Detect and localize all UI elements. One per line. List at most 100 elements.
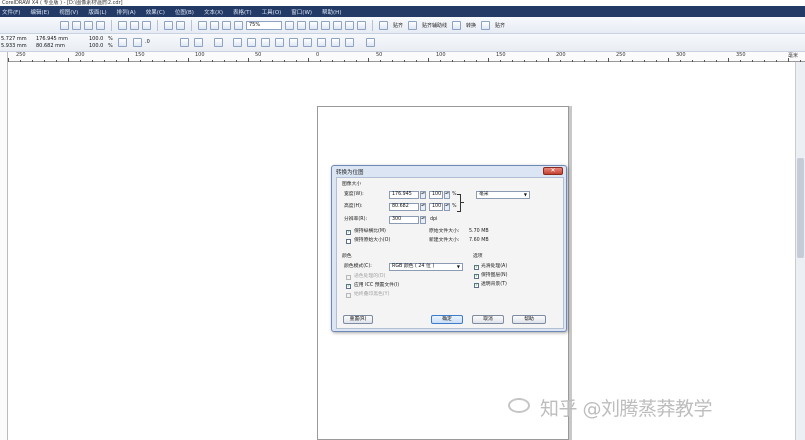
zoom-page-icon[interactable]: [333, 20, 342, 30]
menu-help[interactable]: 帮助(H): [322, 8, 341, 16]
save-icon[interactable]: [84, 20, 93, 30]
zoom-height-icon[interactable]: [357, 20, 366, 30]
break-apart-icon[interactable]: [289, 38, 298, 47]
width-spinner[interactable]: ▴▾: [420, 191, 426, 199]
app-launcher-icon[interactable]: [222, 20, 231, 30]
color-mode-select[interactable]: RGB 颜色 ( 24 位 ) ▼: [389, 263, 463, 271]
snap-objects-icon[interactable]: [481, 20, 491, 30]
transparent-background-checkbox[interactable]: ✓: [474, 283, 479, 288]
rotation-angle-field[interactable]: .0: [145, 39, 150, 45]
height-percent-spinner[interactable]: ▴▾: [444, 203, 450, 211]
cut-icon[interactable]: [118, 20, 127, 30]
close-icon[interactable]: ✕: [543, 167, 563, 175]
ungroup-all-icon[interactable]: [261, 38, 270, 47]
bitmap-height-field[interactable]: 80.682: [389, 203, 419, 211]
outline-icon[interactable]: [366, 38, 375, 47]
snap-guides-icon[interactable]: [408, 20, 418, 30]
open-icon[interactable]: [72, 20, 81, 30]
overprint-black-checkbox[interactable]: [346, 293, 351, 298]
antialiasing-checkbox[interactable]: ✓: [474, 265, 479, 270]
toolbar-separator: [111, 19, 112, 31]
mirror-vertical-icon[interactable]: [194, 38, 203, 47]
zoom-in-icon[interactable]: [285, 20, 294, 30]
zoom-out-icon[interactable]: [297, 20, 306, 30]
width-percent-field[interactable]: 100: [429, 191, 443, 199]
transparent-background-label: 透明背景(T): [481, 282, 507, 287]
horizontal-ruler[interactable]: 250 200 150 100 50 0 50 100 150 200 250 …: [8, 52, 805, 62]
convert-icon[interactable]: [452, 20, 462, 30]
menu-view[interactable]: 视图(V): [59, 8, 78, 16]
snap-grid-icon[interactable]: [379, 20, 388, 30]
unit-select[interactable]: 毫米 ▼: [476, 191, 530, 199]
keep-ratio-checkbox[interactable]: ✓: [346, 230, 351, 235]
lock-ratio-icon[interactable]: [118, 38, 127, 47]
keep-original-size-checkbox[interactable]: [346, 239, 351, 244]
position-y-field[interactable]: 5.933 mm: [1, 43, 27, 49]
dither-label: 递色处理的(D): [354, 274, 386, 279]
combine-icon[interactable]: [275, 38, 284, 47]
reset-button[interactable]: 重置(R): [343, 315, 373, 324]
menu-window[interactable]: 窗口(W): [291, 8, 312, 16]
new-document-icon[interactable]: [60, 20, 69, 30]
scale-width-field[interactable]: 100.0: [89, 36, 103, 42]
resolution-spinner[interactable]: ▴▾: [420, 216, 426, 224]
menu-tools[interactable]: 工具(O): [262, 8, 282, 16]
position-x-field[interactable]: 5.727 mm: [1, 36, 27, 42]
menu-layout[interactable]: 版面(L): [88, 8, 106, 16]
new-size-label: 新建文件大小:: [429, 238, 460, 243]
object-width-field[interactable]: 176.945 mm: [36, 36, 68, 42]
mirror-horizontal-icon[interactable]: [180, 38, 189, 47]
scrollbar-thumb[interactable]: [797, 158, 804, 258]
object-height-field[interactable]: 80.682 mm: [36, 43, 65, 49]
menu-text[interactable]: 文本(X): [204, 8, 223, 16]
ok-button[interactable]: 确定: [431, 315, 463, 324]
zoom-all-icon[interactable]: [321, 20, 330, 30]
zoom-level-select[interactable]: 75%: [246, 20, 282, 30]
undo-icon[interactable]: [164, 20, 173, 30]
redo-icon[interactable]: [176, 20, 185, 30]
dither-checkbox[interactable]: [346, 275, 351, 280]
copy-icon[interactable]: [130, 20, 139, 30]
height-percent-field[interactable]: 100: [429, 203, 443, 211]
print-icon[interactable]: [96, 20, 105, 30]
align-icon[interactable]: [214, 38, 223, 47]
menu-edit[interactable]: 编辑(E): [30, 8, 49, 16]
weld-icon[interactable]: [303, 38, 312, 47]
snap-objects-label[interactable]: 贴齐: [493, 22, 507, 29]
zoom-selected-icon[interactable]: [309, 20, 318, 30]
width-percent-spinner[interactable]: ▴▾: [444, 191, 450, 199]
menu-bitmaps[interactable]: 位图(B): [175, 8, 194, 16]
toolbar-separator: [191, 19, 192, 31]
ungroup-icon[interactable]: [247, 38, 256, 47]
vertical-scrollbar[interactable]: [795, 62, 805, 440]
overprint-black-label: 始终叠印黑色(Y): [354, 292, 390, 297]
import-icon[interactable]: [198, 20, 207, 30]
menu-effects[interactable]: 效果(C): [146, 8, 165, 16]
rotate-icon[interactable]: [133, 38, 142, 47]
vertical-ruler[interactable]: [0, 52, 8, 440]
scale-height-field[interactable]: 100.0: [89, 43, 103, 49]
welcome-icon[interactable]: [234, 20, 243, 30]
group-icon[interactable]: [233, 38, 242, 47]
simplify-icon[interactable]: [345, 38, 354, 47]
zoom-width-icon[interactable]: [345, 20, 354, 30]
link-bracket: [461, 202, 464, 203]
export-icon[interactable]: [210, 20, 219, 30]
icc-profile-checkbox[interactable]: ✓: [346, 284, 351, 289]
keep-layers-checkbox[interactable]: ✓: [474, 274, 479, 279]
height-spinner[interactable]: ▴▾: [420, 203, 426, 211]
cancel-button[interactable]: 取消: [472, 315, 504, 324]
intersect-icon[interactable]: [331, 38, 340, 47]
convert-label[interactable]: 转换: [464, 22, 478, 29]
resolution-field[interactable]: 300: [389, 216, 419, 224]
paste-icon[interactable]: [142, 20, 151, 30]
help-button[interactable]: 帮助: [512, 315, 546, 324]
menu-table[interactable]: 表格(T): [233, 8, 252, 16]
snap-label[interactable]: 贴齐: [391, 22, 405, 29]
menu-arrange[interactable]: 排列(A): [117, 8, 136, 16]
snap-guides-label[interactable]: 贴齐辅助线: [420, 22, 449, 29]
icc-profile-label: 应用 ICC 预置文件(I): [354, 283, 400, 288]
trim-icon[interactable]: [317, 38, 326, 47]
menu-file[interactable]: 文件(F): [2, 8, 20, 16]
bitmap-width-field[interactable]: 176.945: [389, 191, 419, 199]
